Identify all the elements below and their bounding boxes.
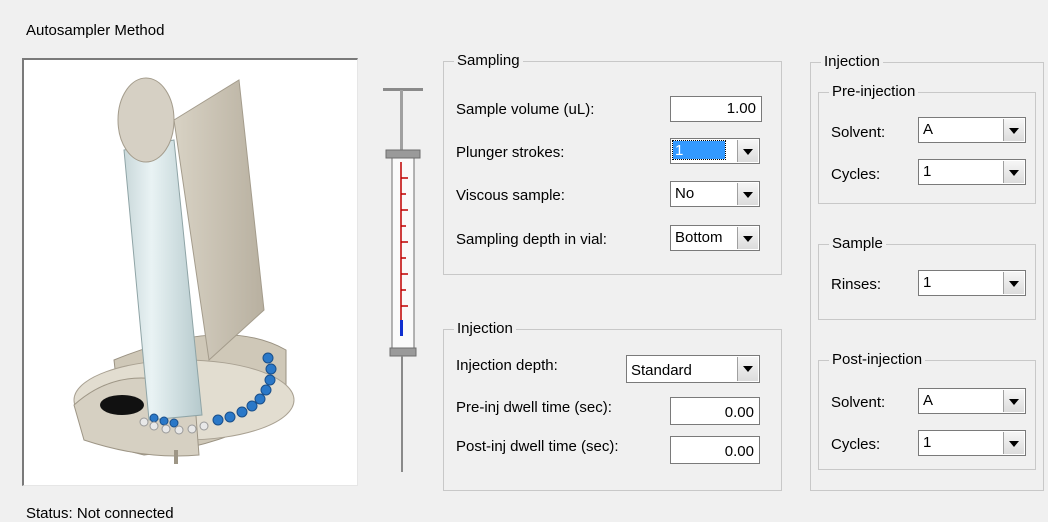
window-title: Autosampler Method [26, 22, 165, 39]
status-text: Status: Not connected [26, 505, 174, 522]
pre-injection-legend: Pre-injection [832, 83, 916, 100]
viscous-sample-value: No [675, 185, 695, 202]
pre-cycles-value: 1 [923, 163, 932, 180]
injection-depth-value: Standard [631, 362, 692, 379]
syringe-illustration [383, 88, 423, 472]
post-inj-dwell-label: Post-inj dwell time (sec): [456, 438, 619, 455]
plunger-strokes-value: 1 [672, 140, 726, 160]
sampling-depth-value: Bottom [675, 229, 723, 246]
rinses-label: Rinses: [831, 276, 882, 293]
post-solvent-value: A [923, 392, 934, 409]
injection-legend: Injection [457, 320, 513, 337]
sampling-depth-label: Sampling depth in vial: [456, 231, 607, 248]
chevron-down-icon[interactable] [1003, 161, 1024, 183]
viscous-sample-label: Viscous sample: [456, 187, 565, 204]
post-cycles-label: Cycles: [831, 436, 881, 453]
pre-inj-dwell-label: Pre-inj dwell time (sec): [456, 399, 612, 416]
plunger-strokes-label: Plunger strokes: [456, 144, 565, 161]
sample-rinse-legend: Sample [832, 235, 883, 252]
sampling-depth-select[interactable]: Bottom [670, 225, 760, 251]
injection-options-legend: Injection [824, 53, 880, 70]
pre-solvent-label: Solvent: [831, 124, 886, 141]
sample-volume-input[interactable]: 1.00 [670, 96, 762, 122]
viscous-sample-select[interactable]: No [670, 181, 760, 207]
rinses-value: 1 [923, 274, 932, 291]
chevron-down-icon[interactable] [1003, 390, 1024, 412]
post-injection-legend: Post-injection [832, 351, 923, 368]
post-cycles-select[interactable]: 1 [918, 430, 1026, 456]
autosampler-illustration [73, 77, 295, 464]
plunger-strokes-select[interactable]: 1 [670, 138, 760, 164]
chevron-down-icon[interactable] [737, 227, 758, 249]
injection-depth-select[interactable]: Standard [626, 355, 760, 383]
chevron-down-icon[interactable] [1003, 272, 1024, 294]
post-solvent-label: Solvent: [831, 394, 886, 411]
sampling-legend: Sampling [457, 52, 520, 69]
sample-volume-label: Sample volume (uL): [456, 101, 595, 118]
chevron-down-icon[interactable] [737, 357, 758, 381]
chevron-down-icon[interactable] [737, 183, 758, 205]
chevron-down-icon[interactable] [1003, 432, 1024, 454]
post-inj-dwell-input[interactable]: 0.00 [670, 436, 760, 464]
pre-solvent-select[interactable]: A [918, 117, 1026, 143]
chevron-down-icon[interactable] [737, 140, 758, 162]
autosampler-image [22, 58, 358, 486]
pre-injection-group: Pre-injection [818, 84, 1036, 204]
pre-cycles-select[interactable]: 1 [918, 159, 1026, 185]
syringe-diagram [380, 86, 426, 474]
chevron-down-icon[interactable] [1003, 119, 1024, 141]
pre-cycles-label: Cycles: [831, 166, 881, 183]
post-cycles-value: 1 [923, 434, 932, 451]
injection-depth-label: Injection depth: [456, 357, 558, 374]
rinses-select[interactable]: 1 [918, 270, 1026, 296]
pre-inj-dwell-input[interactable]: 0.00 [670, 397, 760, 425]
pre-solvent-value: A [923, 121, 934, 138]
post-solvent-select[interactable]: A [918, 388, 1026, 414]
